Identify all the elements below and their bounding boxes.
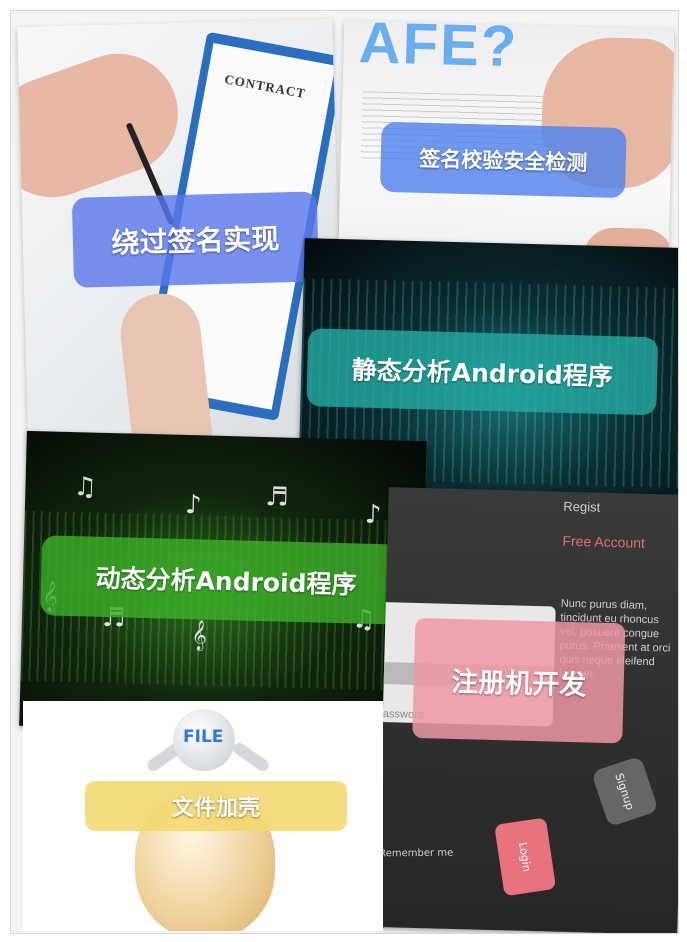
safe-background-text: AFE? (357, 20, 520, 80)
hand (17, 37, 195, 214)
panel-dynamic-analysis: ♫ ♪ ♬ ♪ 𝄞 ♬ 𝄞 ♫ 动态分析Android程序 (19, 430, 427, 737)
panel-bypass-signature: CONTRACT 绕过签名实现 (17, 18, 344, 468)
music-note-icon: ♬ (264, 482, 289, 513)
login-button: Login (494, 817, 557, 897)
label-bypass-signature: 绕过签名实现 (71, 191, 320, 288)
music-note-icon: ♪ (184, 489, 203, 521)
label-signature-check: 签名校验安全检测 (379, 121, 627, 199)
music-note-icon: ♫ (73, 472, 98, 503)
label-keygen: 注册机开发 (412, 617, 626, 744)
form-heading: Regist (563, 498, 601, 515)
remember-me: Remember me (379, 847, 454, 860)
label-static-analysis: 静态分析Android程序 (306, 328, 659, 416)
file-text: FILE (183, 727, 224, 747)
signup-button: Signup (591, 755, 659, 828)
panel-file-packing: FILE 文件加壳 (23, 701, 383, 931)
free-account-title: Free Account (562, 532, 646, 551)
collage-frame: CONTRACT 绕过签名实现 AFE? 签名校验安全检测 静态分析Androi… (10, 10, 679, 934)
label-dynamic-analysis: 动态分析Android程序 (40, 535, 413, 625)
music-note-icon: ♪ (364, 499, 382, 531)
figure-arm (231, 740, 271, 774)
music-note-icon: 𝄞 (191, 620, 208, 651)
label-file-packing: 文件加壳 (85, 781, 347, 831)
panel-keygen: Regist Free Account Nunc purus diam, tin… (377, 487, 678, 933)
